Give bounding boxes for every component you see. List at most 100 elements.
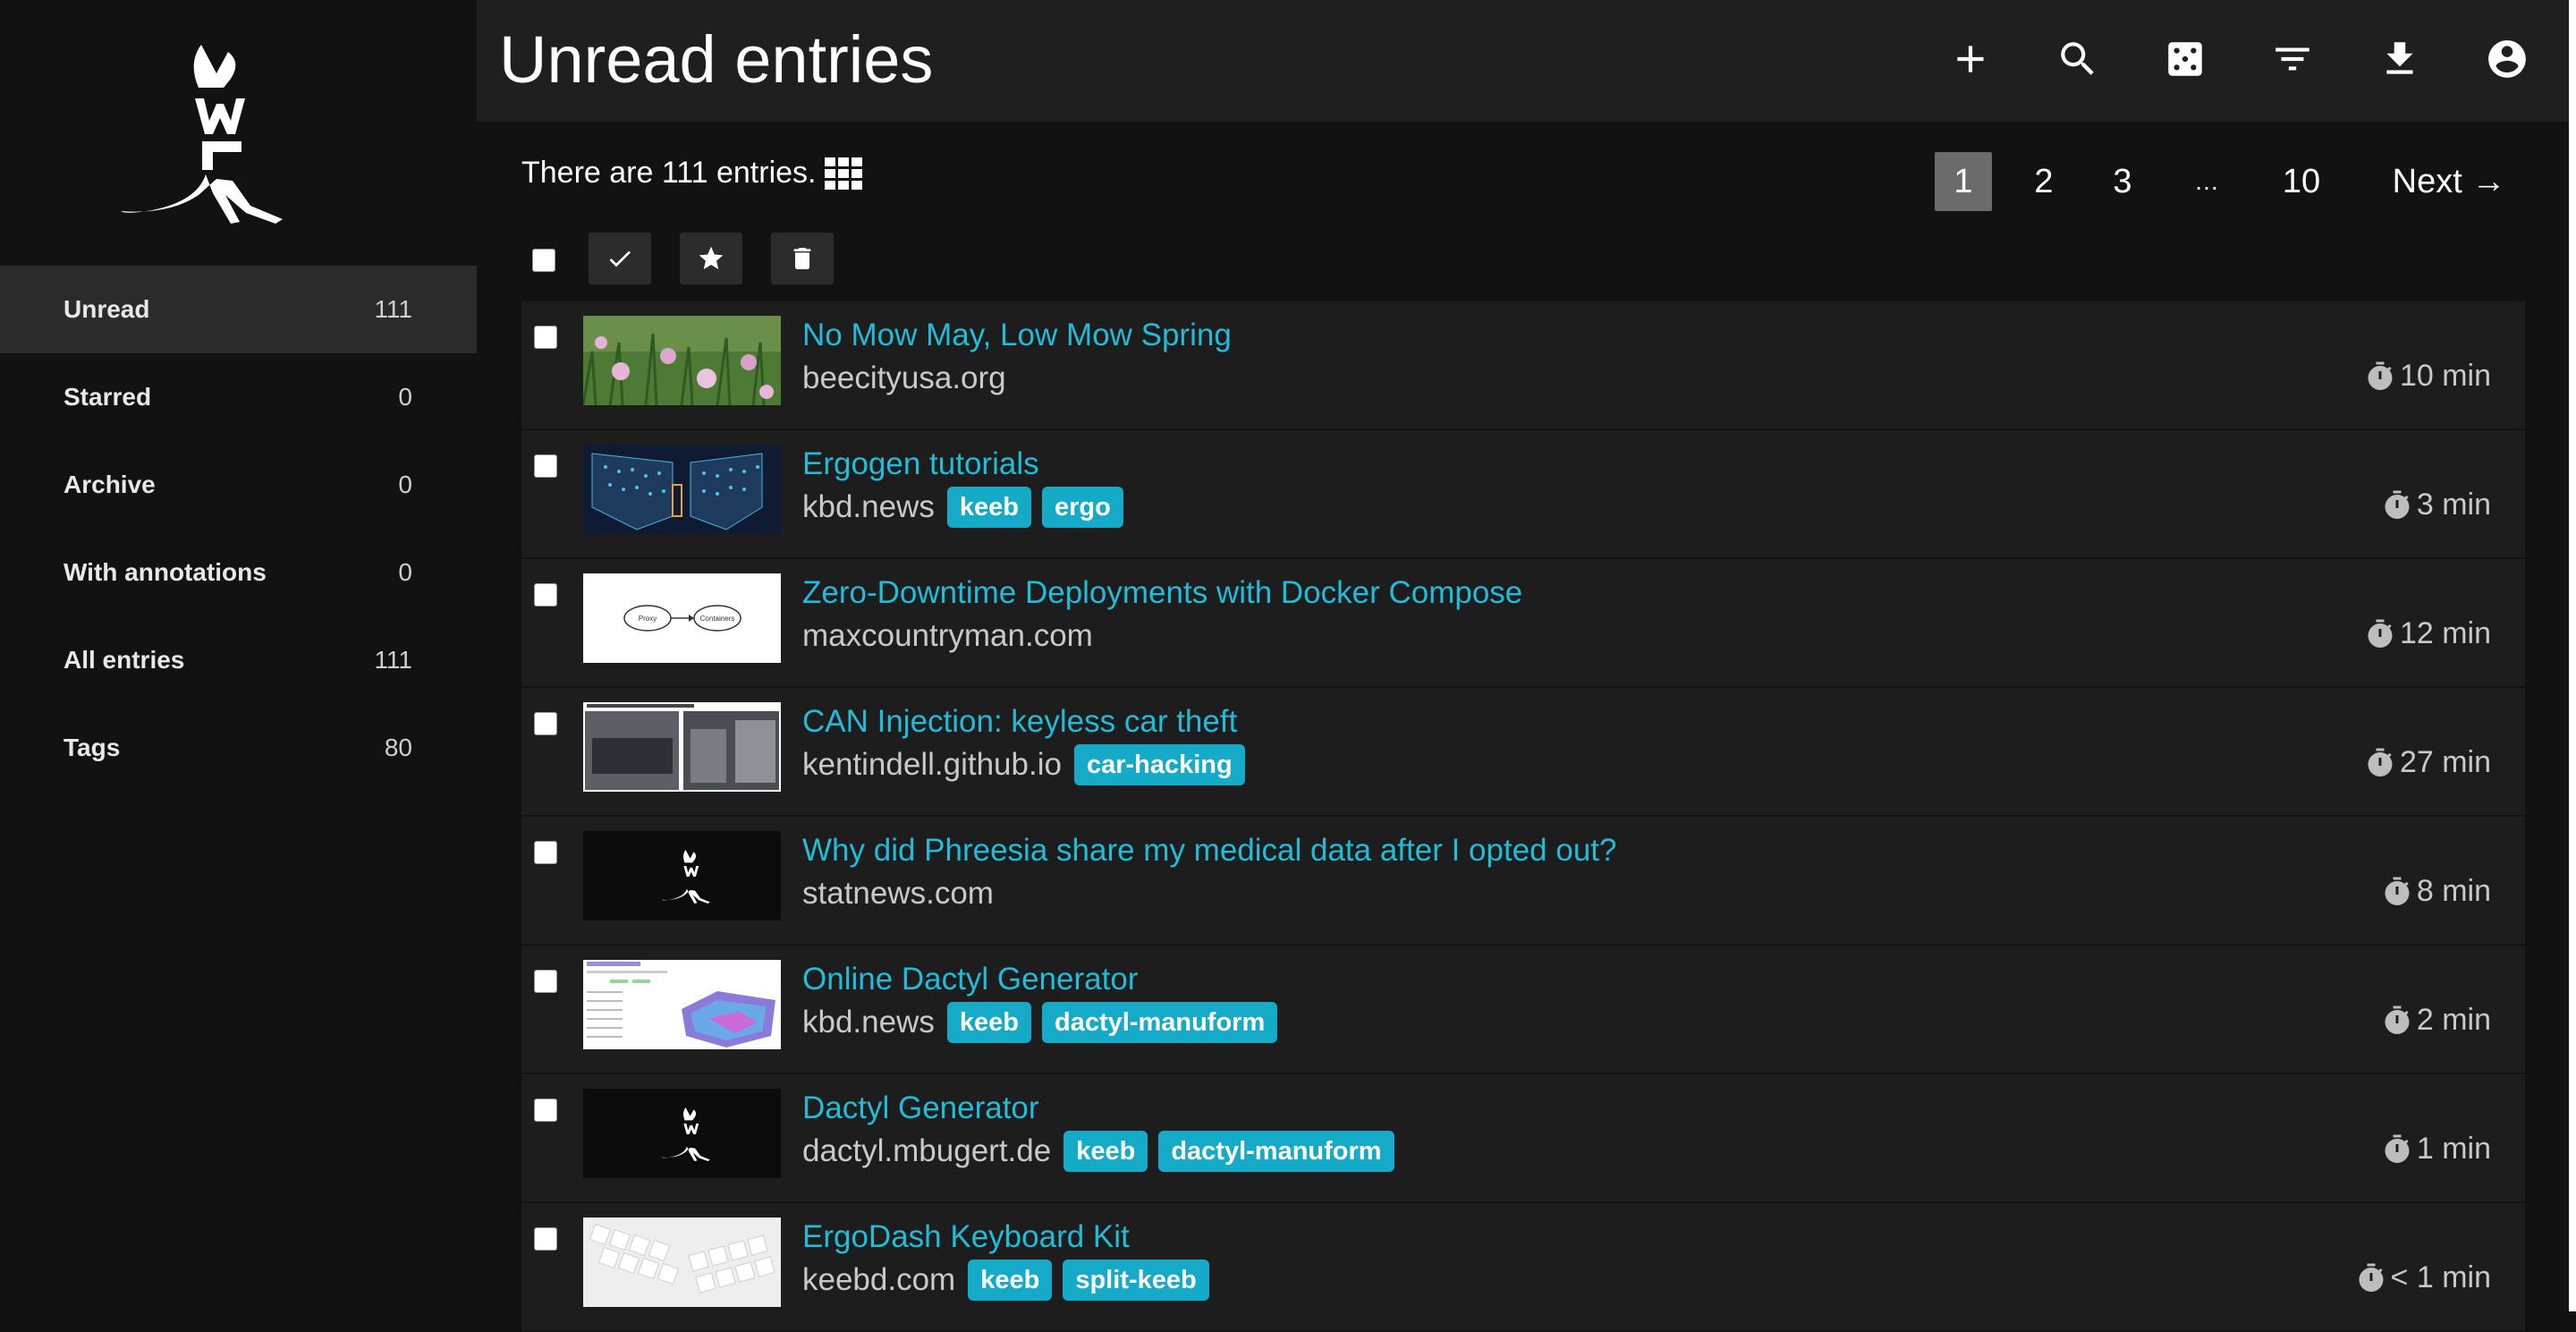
delete-button[interactable]: [771, 233, 834, 284]
reading-time-text: < 1 min: [2390, 1260, 2491, 1294]
timer-icon: [2385, 490, 2410, 519]
entry-checkbox[interactable]: [534, 1099, 557, 1122]
entry-title[interactable]: ErgoDash Keyboard Kit: [802, 1219, 1130, 1255]
reading-time: 3 min: [2381, 488, 2491, 522]
entry-checkbox[interactable]: [534, 970, 557, 993]
account-button[interactable]: [2482, 34, 2532, 84]
select-all-checkbox[interactable]: [532, 249, 555, 272]
next-page-link[interactable]: Next →: [2382, 152, 2516, 211]
entry-meta: kbd.news keeb dactyl-manuform: [802, 1001, 1278, 1044]
timer-icon: [2359, 1263, 2384, 1292]
sidebar-item-count: 0: [398, 471, 412, 498]
entry-checkbox[interactable]: [534, 1227, 557, 1251]
reading-time: 10 min: [2364, 359, 2491, 394]
entry-tag[interactable]: car-hacking: [1073, 744, 1245, 785]
entry-title[interactable]: CAN Injection: keyless car theft: [802, 704, 1237, 740]
entry-tag[interactable]: keeb: [968, 1260, 1053, 1301]
entry-checkbox[interactable]: [534, 712, 557, 735]
entry-title[interactable]: No Mow May, Low Mow Spring: [802, 318, 1232, 353]
sidebar-item-label: Tags: [64, 734, 121, 761]
entry-checkbox[interactable]: [534, 841, 557, 864]
random-entry-button[interactable]: [2160, 34, 2210, 84]
sidebar-item-label: Unread: [64, 295, 150, 323]
entry-meta: kbd.news keeb ergo: [802, 486, 1123, 529]
entry-thumbnail[interactable]: [583, 1217, 781, 1307]
list-item: Online Dactyl Generator kbd.news keeb da…: [521, 946, 2525, 1074]
entry-domain[interactable]: maxcountryman.com: [802, 618, 1093, 654]
mark-read-button[interactable]: [589, 233, 651, 284]
entry-tag[interactable]: keeb: [946, 487, 1031, 528]
star-button[interactable]: [680, 233, 742, 284]
sidebar-item-all-entries[interactable]: All entries 111: [0, 616, 477, 704]
export-button[interactable]: [2375, 34, 2425, 84]
entry-thumbnail[interactable]: [583, 831, 781, 921]
top-bar: Unread entries: [477, 0, 2576, 122]
page-ellipsis: …: [2194, 167, 2219, 195]
reading-time: < 1 min: [2355, 1260, 2491, 1295]
entry-thumbnail[interactable]: [583, 702, 781, 792]
entry-checkbox[interactable]: [534, 454, 557, 478]
entry-tag[interactable]: keeb: [1063, 1131, 1148, 1172]
entry-meta: beecityusa.org: [802, 357, 1008, 400]
entry-title[interactable]: Zero-Downtime Deployments with Docker Co…: [802, 575, 1522, 611]
list-item: Why did Phreesia share my medical data a…: [521, 817, 2525, 946]
download-icon: [2386, 42, 2413, 74]
diagram-label: Containers: [700, 615, 735, 623]
entry-thumbnail[interactable]: [583, 1089, 781, 1178]
entry-meta: maxcountryman.com: [802, 615, 1095, 658]
entry-title[interactable]: Dactyl Generator: [802, 1090, 1039, 1126]
entry-domain[interactable]: dactyl.mbugert.de: [802, 1133, 1051, 1169]
reading-time-text: 27 min: [2399, 745, 2491, 779]
timer-icon: [2385, 877, 2410, 905]
entry-domain[interactable]: statnews.com: [802, 876, 994, 912]
check-icon: [609, 250, 631, 267]
add-entry-button[interactable]: [1945, 34, 1996, 84]
sidebar-item-starred[interactable]: Starred 0: [0, 353, 477, 441]
entry-tag[interactable]: ergo: [1041, 487, 1123, 528]
page-3[interactable]: 3: [2094, 152, 2151, 211]
entry-tag[interactable]: keeb: [946, 1002, 1031, 1043]
entry-domain[interactable]: kentindell.github.io: [802, 747, 1062, 783]
timer-icon: [2368, 619, 2393, 648]
entry-tag[interactable]: split-keeb: [1063, 1260, 1209, 1301]
reading-time-text: 12 min: [2399, 616, 2491, 650]
page-1[interactable]: 1: [1935, 152, 1992, 211]
sidebar-item-tags[interactable]: Tags 80: [0, 704, 477, 792]
entry-title[interactable]: Ergogen tutorials: [802, 446, 1039, 482]
entry-thumbnail[interactable]: [583, 445, 781, 534]
entry-title[interactable]: Online Dactyl Generator: [802, 962, 1138, 997]
grid-view-icon[interactable]: [825, 157, 863, 190]
entry-checkbox[interactable]: [534, 583, 557, 607]
sidebar-item-unread[interactable]: Unread 111: [0, 266, 477, 353]
page-2[interactable]: 2: [2015, 152, 2072, 211]
filter-button[interactable]: [2267, 34, 2318, 84]
list-item: Dactyl Generator dactyl.mbugert.de keeb …: [521, 1074, 2525, 1203]
entry-meta: dactyl.mbugert.de keeb dactyl-manuform: [802, 1130, 1394, 1173]
wallabag-logo[interactable]: [116, 36, 295, 233]
entry-tag[interactable]: dactyl-manuform: [1158, 1131, 1394, 1172]
sidebar-item-count: 80: [384, 734, 412, 761]
entry-domain[interactable]: kbd.news: [802, 489, 935, 525]
sidebar-item-archive[interactable]: Archive 0: [0, 441, 477, 529]
entry-thumbnail[interactable]: [583, 316, 781, 405]
list-item: Proxy Containers Zero-Downtime Deploymen…: [521, 559, 2525, 688]
sidebar-item-label: Starred: [64, 383, 152, 411]
entry-title[interactable]: Why did Phreesia share my medical data a…: [802, 833, 1616, 869]
sidebar-item-annotations[interactable]: With annotations 0: [0, 529, 477, 616]
page-10[interactable]: 10: [2266, 152, 2337, 211]
search-button[interactable]: [2053, 34, 2103, 84]
main-content: There are 111 entries. 1 2 3 … 10 Next →: [477, 122, 2576, 1332]
entry-thumbnail[interactable]: [583, 960, 781, 1049]
entry-domain[interactable]: keebd.com: [802, 1262, 955, 1298]
entry-domain[interactable]: kbd.news: [802, 1005, 935, 1040]
reading-time: 27 min: [2364, 745, 2491, 780]
entry-checkbox[interactable]: [534, 326, 557, 349]
sidebar-item-label: Archive: [64, 471, 156, 498]
account-icon: [2488, 40, 2526, 78]
star-icon: [699, 246, 724, 269]
list-item: CAN Injection: keyless car theft kentind…: [521, 688, 2525, 817]
entry-domain[interactable]: beecityusa.org: [802, 361, 1006, 396]
reading-time-text: 2 min: [2416, 1003, 2491, 1037]
entry-thumbnail[interactable]: Proxy Containers: [583, 573, 781, 663]
entry-tag[interactable]: dactyl-manuform: [1041, 1002, 1278, 1043]
